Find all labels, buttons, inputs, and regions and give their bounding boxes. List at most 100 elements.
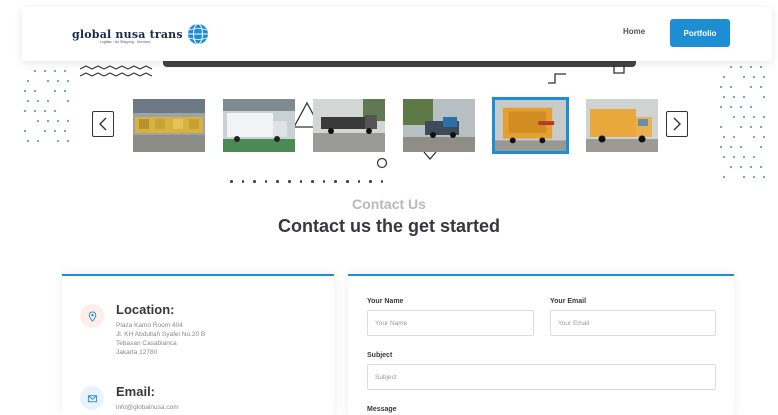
decorative-dot [47,80,49,82]
decorative-dot [27,100,29,102]
decorative-dot [67,100,69,102]
logo-text: global nusa trans [72,27,183,41]
section-label: Contact Us [352,196,426,212]
truck-photo [586,99,658,152]
gallery-thumb-yellow-box-truck[interactable] [586,99,658,152]
pagination-dot[interactable] [253,180,256,183]
name-label: Your Name [367,298,404,305]
decorative-dot [723,156,725,158]
decorative-dot [720,106,722,108]
logo[interactable]: global nusa trans Logistic · Air Shippin… [72,17,210,51]
gallery-prev-button[interactable] [92,111,114,137]
gallery-thumb-white-truck-warehouse[interactable] [223,99,295,152]
decorative-dot [24,110,26,112]
decorative-dot [723,76,725,78]
truck-photo [223,99,295,152]
decorative-dot [743,96,745,98]
decorative-dot [44,70,46,72]
decorative-dot [730,66,732,68]
pagination-dot[interactable] [380,180,384,183]
decorative-dot [47,100,49,102]
pagination-dot[interactable] [369,180,372,183]
decorative-dot [723,176,725,178]
gallery-thumb-trucks-parked-row[interactable] [133,99,205,152]
decorative-dot [723,96,725,98]
pagination-dot[interactable] [264,180,268,183]
pagination-dot[interactable] [322,180,326,183]
decorative-dot [730,106,732,108]
decorative-dot [47,120,49,122]
decorative-dot [750,106,752,108]
pagination-dot[interactable] [311,180,314,183]
pagination-dot[interactable] [241,180,245,183]
decorative-dot [67,80,69,82]
wave-decoration [80,65,152,77]
decorative-dot [733,116,735,118]
gallery-thumb-yellow-cargo-truck[interactable] [492,97,569,154]
decorative-dot [750,166,752,168]
contact-form-card: Your Name Your Email Subject Message [348,274,734,415]
decorative-dot [740,126,742,128]
email-input[interactable] [550,310,716,336]
gallery-thumb-truck-yard[interactable] [403,99,475,152]
decorative-dot [740,66,742,68]
decorative-dot [743,76,745,78]
envelope-icon [80,386,104,410]
decorative-dot [720,86,722,88]
decorative-dot [743,156,745,158]
email-value[interactable]: info@globalnusa.com [116,404,179,411]
decorative-dot [57,80,59,82]
subject-label: Subject [367,352,393,359]
pagination-dot[interactable] [334,180,337,183]
pagination-dot[interactable] [276,180,279,183]
pagination-dot[interactable] [346,180,349,183]
chevron-left-icon [99,117,107,131]
name-input[interactable] [367,310,534,336]
decorative-dot [64,130,66,132]
nav-home-link[interactable]: Home [623,27,645,36]
pagination-dot[interactable] [357,180,361,183]
decorative-dot [24,130,26,132]
square-decoration [613,64,625,74]
location-pin-icon [80,304,104,328]
address-line: Jl. KH Abdullah Syafei No.20 B [116,331,206,338]
decorative-dot [44,110,46,112]
decorative-dot [64,70,66,72]
decorative-dot [750,86,752,88]
decorative-dot [44,130,46,132]
decorative-dot [733,96,735,98]
truck-photo [313,99,385,152]
pagination-dot[interactable] [299,180,303,183]
decorative-dot [753,116,755,118]
decorative-dot [750,66,752,68]
decorative-dot [57,120,59,122]
decorative-dot [753,76,755,78]
subject-input[interactable] [367,364,716,390]
gallery-thumb-flatbed-truck[interactable] [313,99,385,152]
decorative-dot [730,146,732,148]
nav-portfolio-button[interactable]: Portfolio [670,19,730,47]
email-title: Email: [116,384,156,399]
decorative-dot [763,76,765,78]
decorative-dot [760,66,762,68]
decorative-dot [743,176,745,178]
decorative-dot [753,156,755,158]
decorative-dot [740,146,742,148]
decorative-dot [34,70,36,72]
circle-decoration [376,157,388,169]
decorative-dot [763,176,765,178]
decorative-dot [720,146,722,148]
gallery-next-button[interactable] [666,111,688,137]
pagination-dot[interactable] [288,180,291,183]
decorative-dot [740,106,742,108]
decorative-dot [743,116,745,118]
decorative-dot [763,116,765,118]
site-header: global nusa trans Logistic · Air Shippin… [22,7,772,61]
pagination-dot[interactable] [230,180,233,183]
decorative-dot [37,140,39,142]
decorative-dot [37,100,39,102]
decorative-dot [720,126,722,128]
decorative-dot [64,90,66,92]
decorative-dot [67,120,69,122]
decorative-dot [54,110,56,112]
